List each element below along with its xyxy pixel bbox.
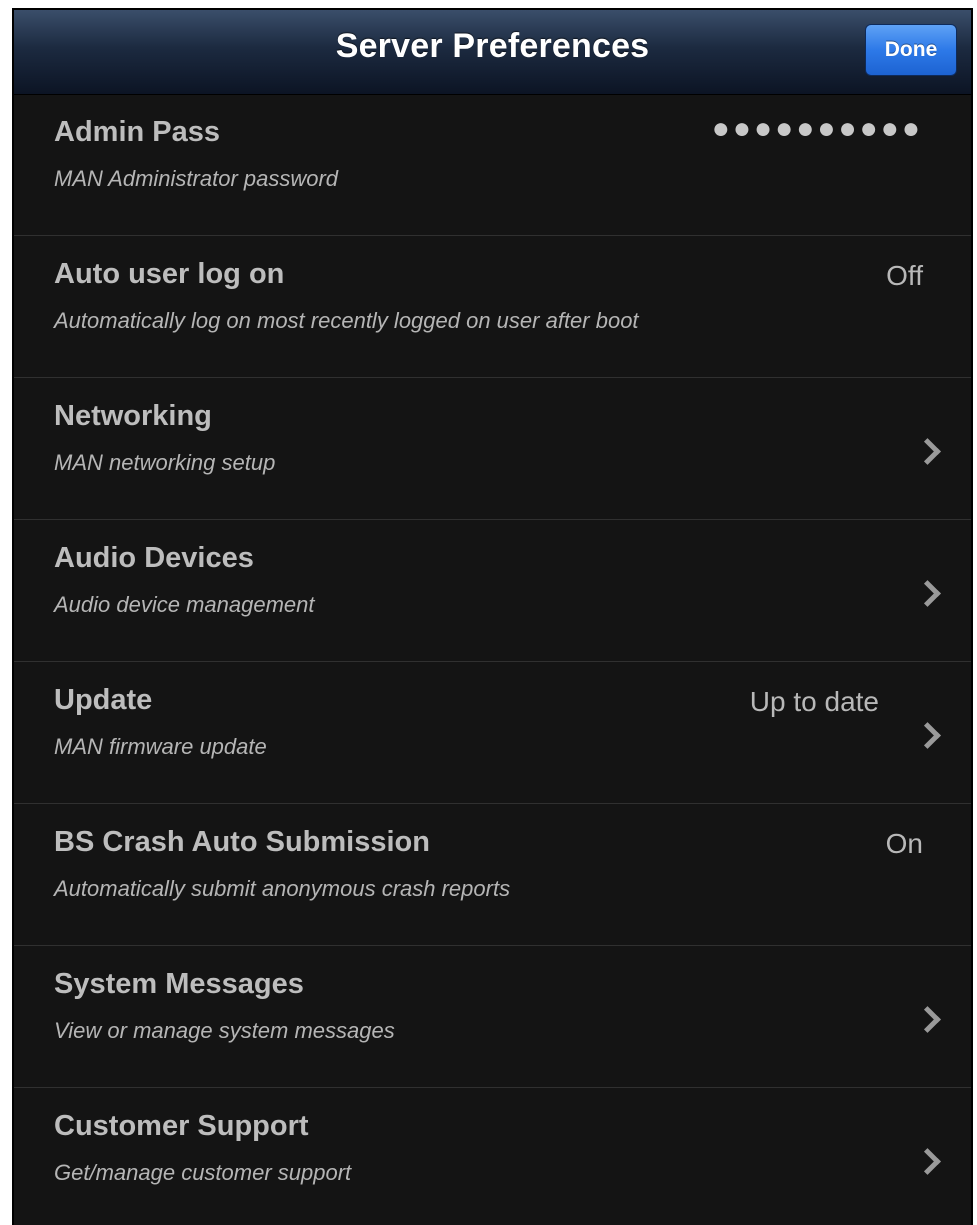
row-value: Off (886, 260, 923, 291)
row-value: On (885, 828, 923, 859)
row-subtitle: Automatically log on most recently logge… (54, 308, 639, 333)
row-subtitle: Get/manage customer support (54, 1160, 352, 1185)
row-subtitle: MAN networking setup (54, 450, 276, 475)
row-admin-pass[interactable]: Admin Pass MAN Administrator password ●●… (14, 94, 971, 236)
row-subtitle: Audio device management (54, 592, 315, 617)
row-title: Audio Devices (54, 542, 254, 574)
row-subtitle: MAN firmware update (54, 734, 267, 759)
chevron-right-icon (914, 1006, 941, 1033)
row-value: Up to date (749, 686, 879, 717)
chevron-right-icon (914, 722, 941, 749)
row-title: Networking (54, 400, 212, 432)
server-preferences-window: Server Preferences Done Admin Pass MAN A… (12, 8, 973, 1225)
row-title: System Messages (54, 968, 304, 1000)
row-customer-support[interactable]: Customer Support Get/manage customer sup… (14, 1088, 971, 1225)
preferences-list: Admin Pass MAN Administrator password ●●… (14, 94, 971, 1225)
row-subtitle: Automatically submit anonymous crash rep… (54, 876, 511, 901)
row-networking[interactable]: Networking MAN networking setup (14, 378, 971, 520)
row-title: BS Crash Auto Submission (54, 826, 430, 858)
row-title: Customer Support (54, 1110, 309, 1142)
chevron-right-icon (914, 1148, 941, 1175)
navigation-bar: Server Preferences Done (14, 10, 971, 95)
row-subtitle: MAN Administrator password (54, 166, 339, 191)
row-auto-user-log-on[interactable]: Auto user log on Automatically log on mo… (14, 236, 971, 378)
row-title: Auto user log on (54, 258, 285, 290)
row-audio-devices[interactable]: Audio Devices Audio device management (14, 520, 971, 662)
chevron-right-icon (914, 438, 941, 465)
done-button[interactable]: Done (865, 24, 957, 76)
row-title: Update (54, 684, 153, 716)
row-update[interactable]: Update MAN firmware update Up to date (14, 662, 971, 804)
page-title: Server Preferences (335, 27, 650, 65)
row-bs-crash-auto-submission[interactable]: BS Crash Auto Submission Automatically s… (14, 804, 971, 946)
row-title: Admin Pass (54, 116, 220, 148)
chevron-right-icon (914, 580, 941, 607)
row-subtitle: View or manage system messages (54, 1018, 395, 1043)
row-system-messages[interactable]: System Messages View or manage system me… (14, 946, 971, 1088)
password-value: ●●●●●●●●●● (711, 112, 923, 145)
